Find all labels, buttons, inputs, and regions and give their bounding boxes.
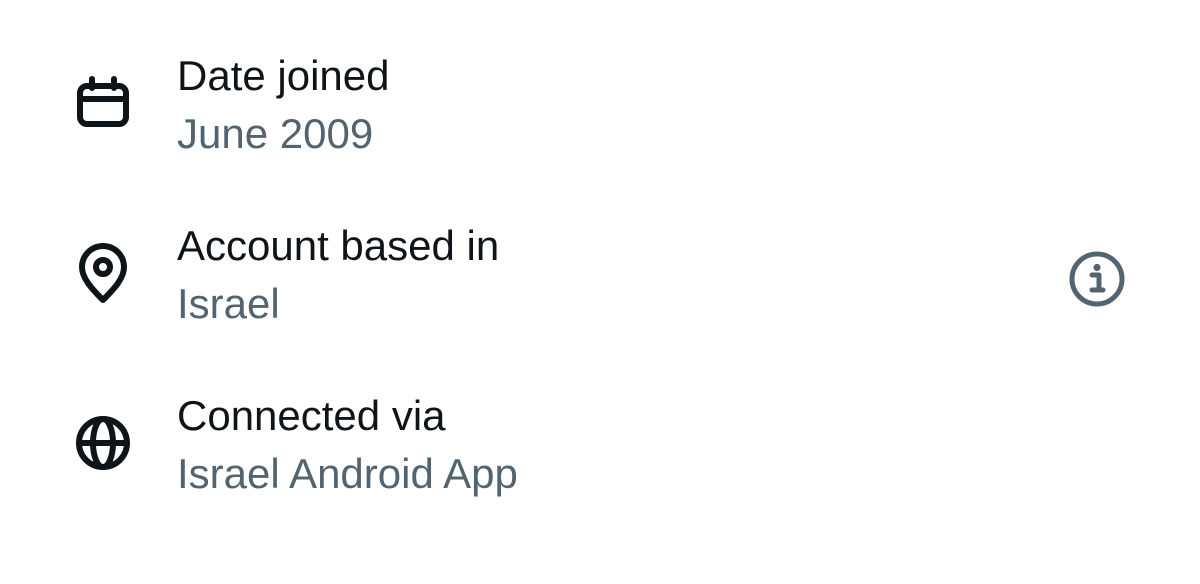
connected-via-label: Connected via	[177, 392, 446, 439]
date-joined-row: Date joined June 2009	[0, 40, 1200, 170]
connected-via-value: Israel Android App	[177, 450, 518, 497]
date-joined-label: Date joined	[177, 52, 390, 99]
account-based-in-label: Account based in	[177, 222, 500, 269]
calendar-icon	[70, 70, 136, 136]
globe-icon	[70, 410, 136, 476]
location-pin-icon	[70, 240, 136, 306]
account-based-in-row: Account based in Israel	[0, 210, 1200, 340]
date-joined-value: June 2009	[177, 110, 374, 157]
connected-via-row: Connected via Israel Android App	[0, 380, 1200, 510]
info-icon[interactable]	[1066, 248, 1128, 310]
account-info-panel: Date joined June 2009 Account based in I…	[0, 0, 1200, 584]
account-based-in-value: Israel	[177, 280, 280, 327]
